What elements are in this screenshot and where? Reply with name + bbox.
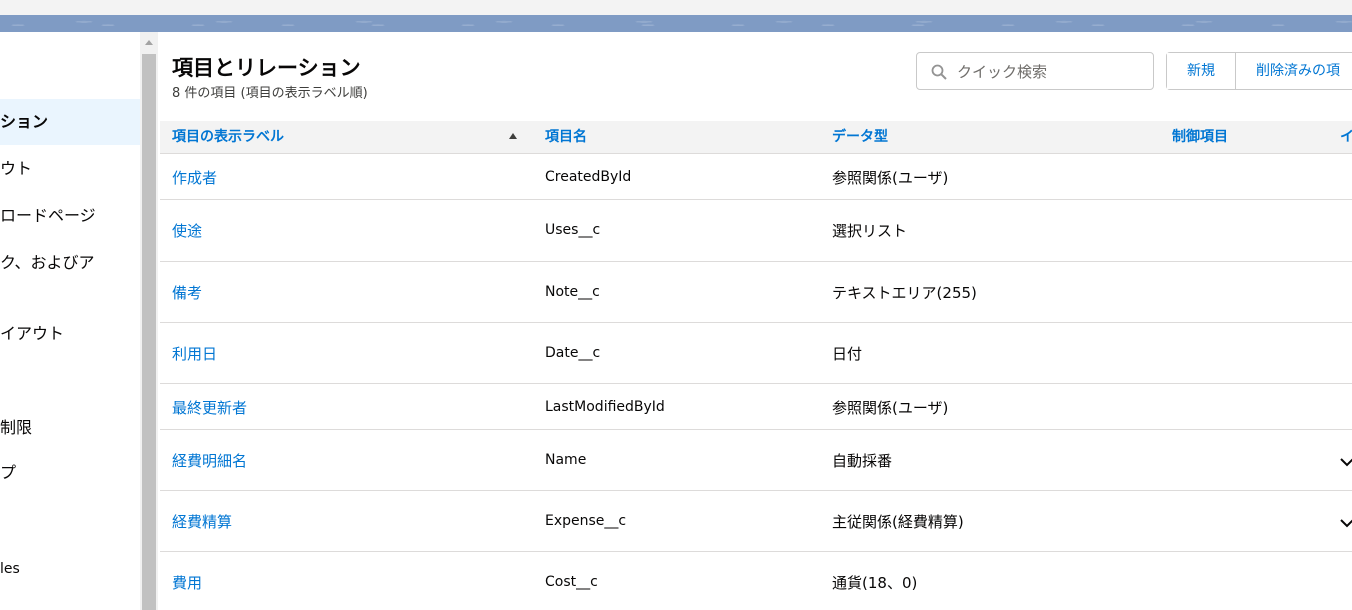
sidebar-item-rules[interactable]: les — [0, 546, 140, 592]
field-label-link[interactable]: 最終更新者 — [172, 397, 247, 418]
field-api-name: LastModifiedById — [545, 399, 665, 415]
field-label-link[interactable]: 使途 — [172, 220, 202, 241]
field-api-name: Note__c — [545, 284, 600, 300]
table-row: 使途 Uses__c 選択リスト — [160, 200, 1352, 262]
field-data-type: 日付 — [832, 345, 863, 363]
field-label-link[interactable]: 経費精算 — [172, 511, 232, 532]
sidebar-item-layout[interactable]: ウト — [0, 146, 140, 192]
sidebar-item-label: les — [0, 561, 20, 577]
header-banner — [0, 15, 1352, 32]
sidebar-item-label: ション — [0, 112, 49, 131]
field-label-link[interactable]: 経費明細名 — [172, 450, 247, 471]
sidebar-item-restriction[interactable]: 制限 — [0, 405, 140, 451]
search-icon — [931, 64, 947, 80]
sidebar-item-label: イアウト — [0, 324, 65, 343]
sidebar-item-record-page[interactable]: ロードページ — [0, 193, 140, 239]
table-row: 費用 Cost__c 通貨(18、0) — [160, 552, 1352, 610]
browser-top-strip — [0, 0, 1352, 15]
field-data-type: 自動採番 — [832, 452, 893, 470]
column-header-data-type[interactable]: データ型 — [832, 121, 888, 153]
sidebar-item-label: ロードページ — [0, 206, 96, 225]
deleted-fields-button[interactable]: 削除済みの項 — [1235, 53, 1352, 89]
quick-search-input[interactable] — [955, 61, 1149, 83]
page-subtitle: 8 件の項目 (項目の表示ラベル順) — [172, 86, 368, 101]
field-label-link[interactable]: 備考 — [172, 282, 202, 303]
table-row: 最終更新者 LastModifiedById 参照関係(ユーザ) — [160, 384, 1352, 430]
column-header-controlling-field[interactable]: 制御項目 — [1172, 121, 1228, 153]
chevron-down-icon[interactable] — [1340, 457, 1352, 467]
sidebar-scrollbar[interactable] — [140, 32, 158, 610]
page-title: 項目とリレーション — [172, 56, 361, 80]
main-content: 項目とリレーション 8 件の項目 (項目の表示ラベル順) 新規 削除済みの項 項… — [160, 32, 1352, 610]
field-data-type: 参照関係(ユーザ) — [832, 169, 949, 187]
field-api-name: Date__c — [545, 345, 601, 361]
table-row: 利用日 Date__c 日付 — [160, 323, 1352, 384]
column-header-field-name[interactable]: 項目名 — [545, 121, 587, 153]
field-data-type: 選択リスト — [832, 222, 908, 240]
field-label-link[interactable]: 利用日 — [172, 343, 217, 364]
field-api-name: Name — [545, 452, 587, 468]
field-api-name: Cost__c — [545, 574, 598, 590]
sidebar-item-compact-layout[interactable]: イアウト — [0, 311, 140, 357]
sidebar-item-label: 制限 — [0, 418, 33, 437]
field-label-link[interactable]: 費用 — [172, 572, 202, 593]
table-row: 作成者 CreatedById 参照関係(ユーザ) — [160, 154, 1352, 200]
new-button[interactable]: 新規 — [1167, 53, 1235, 89]
field-data-type: 主従関係(経費精算) — [832, 513, 964, 531]
field-api-name: Uses__c — [545, 222, 601, 238]
sidebar-item-buttons-links[interactable]: ク、およびア — [0, 240, 140, 286]
field-api-name: Expense__c — [545, 513, 627, 529]
table-row: 経費精算 Expense__c 主従関係(経費精算) — [160, 491, 1352, 552]
chevron-down-icon[interactable] — [1340, 518, 1352, 528]
sidebar-item-label: プ — [0, 463, 17, 482]
table-header: 項目の表示ラベル 項目名 データ型 制御項目 イ — [160, 121, 1352, 154]
action-button-group: 新規 削除済みの項 — [1166, 52, 1352, 90]
quick-search-box[interactable] — [916, 52, 1154, 90]
sidebar-item-fields-relationships[interactable]: ション — [0, 99, 140, 145]
column-header-indexed[interactable]: イ — [1340, 121, 1352, 153]
field-data-type: テキストエリア(255) — [832, 284, 977, 302]
scroll-thumb[interactable] — [142, 54, 156, 610]
scroll-up-arrow-icon[interactable] — [145, 40, 153, 45]
sidebar-item-label: ク、およびア — [0, 253, 95, 272]
field-label-link[interactable]: 作成者 — [172, 167, 217, 188]
column-header-field-label[interactable]: 項目の表示ラベル — [172, 121, 284, 153]
field-api-name: CreatedById — [545, 169, 632, 185]
sidebar-item-label: ウト — [0, 159, 33, 178]
setup-sidebar: ション ウト ロードページ ク、およびア イアウト 制限 プ les — [0, 32, 140, 610]
field-data-type: 参照関係(ユーザ) — [832, 399, 949, 417]
field-data-type: 通貨(18、0) — [832, 574, 918, 592]
sidebar-item-type[interactable]: プ — [0, 450, 140, 496]
table-row: 経費明細名 Name 自動採番 — [160, 430, 1352, 491]
table-row: 備考 Note__c テキストエリア(255) — [160, 262, 1352, 323]
sort-ascending-icon[interactable] — [509, 133, 517, 139]
